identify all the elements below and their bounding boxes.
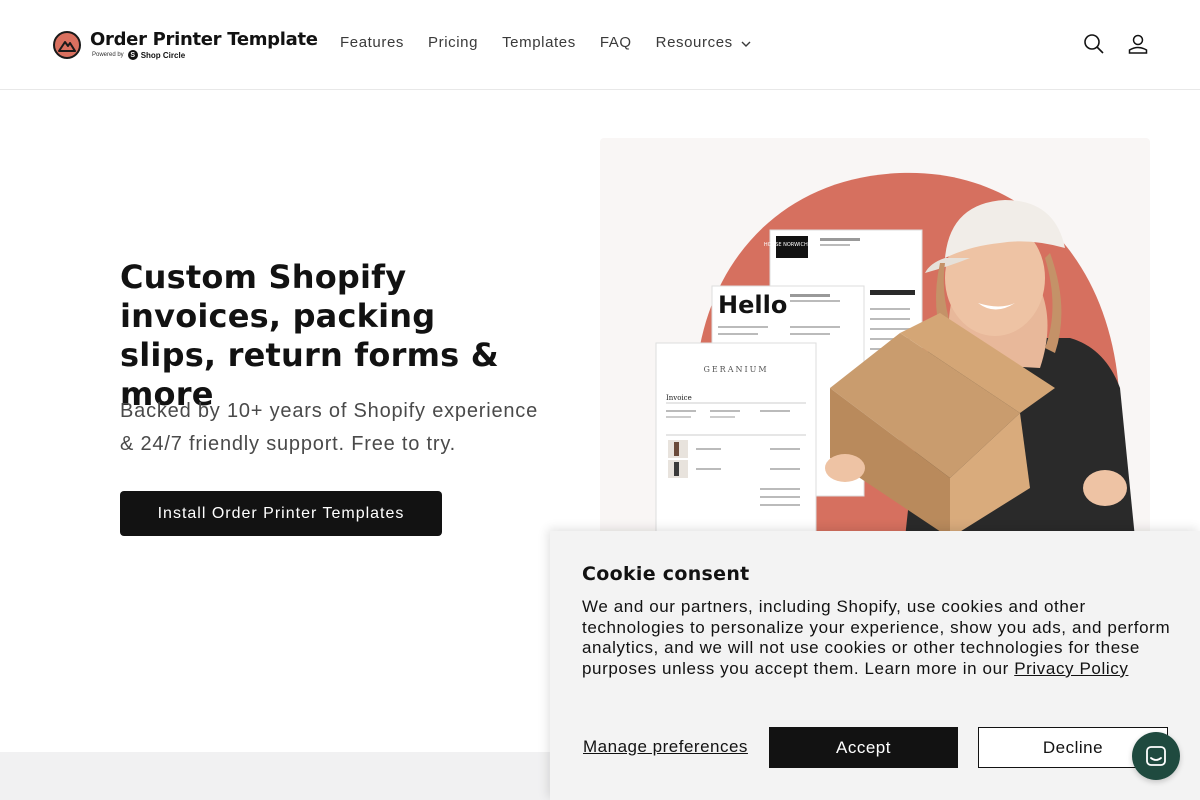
nav-item-pricing[interactable]: Pricing <box>428 34 478 51</box>
hero-title: Custom Shopify invoices, packing slips, … <box>120 258 499 413</box>
logo[interactable]: Order Printer Template Powered by S Shop… <box>53 29 318 60</box>
shop-circle-icon: S <box>127 50 138 60</box>
chevron-down-icon <box>741 34 751 51</box>
accept-button[interactable]: Accept <box>769 727 958 768</box>
cookie-title: Cookie consent <box>582 563 750 585</box>
main-nav: Features Pricing Templates FAQ Resources <box>340 34 775 51</box>
doc1-brand: HOUSE NORWICH HILL <box>764 242 821 248</box>
chat-launcher-button[interactable] <box>1132 732 1180 780</box>
cookie-body: We and our partners, including Shopify, … <box>582 597 1172 679</box>
install-button[interactable]: Install Order Printer Templates <box>120 491 442 536</box>
account-icon[interactable] <box>1126 32 1150 56</box>
logo-powered-by: Powered by <box>92 52 124 58</box>
privacy-policy-link[interactable]: Privacy Policy <box>1014 659 1128 678</box>
search-icon[interactable] <box>1082 32 1106 56</box>
chat-icon <box>1146 746 1166 766</box>
logo-mountain-icon <box>53 31 81 59</box>
doc2-title: Hello <box>718 291 787 319</box>
hero-subtitle: Backed by 10+ years of Shopify experienc… <box>120 400 539 455</box>
doc3-heading: Invoice <box>666 394 692 402</box>
logo-title: Order Printer Template <box>90 29 318 50</box>
hero-image: HOUSE NORWICH HILL Hello GERANIUM Invoic <box>600 138 1150 538</box>
doc3-brand: GERANIUM <box>703 365 768 374</box>
nav-item-resources-label: Resources <box>655 34 733 51</box>
nav-item-features[interactable]: Features <box>340 34 404 51</box>
manage-preferences-button[interactable]: Manage preferences <box>583 737 748 757</box>
nav-item-faq[interactable]: FAQ <box>600 34 632 51</box>
site-header: Order Printer Template Powered by S Shop… <box>0 0 1200 90</box>
nav-item-templates[interactable]: Templates <box>502 34 576 51</box>
cookie-consent-banner: Cookie consent We and our partners, incl… <box>550 531 1200 800</box>
nav-item-resources[interactable]: Resources <box>656 34 751 51</box>
logo-brand: Shop Circle <box>140 50 186 60</box>
